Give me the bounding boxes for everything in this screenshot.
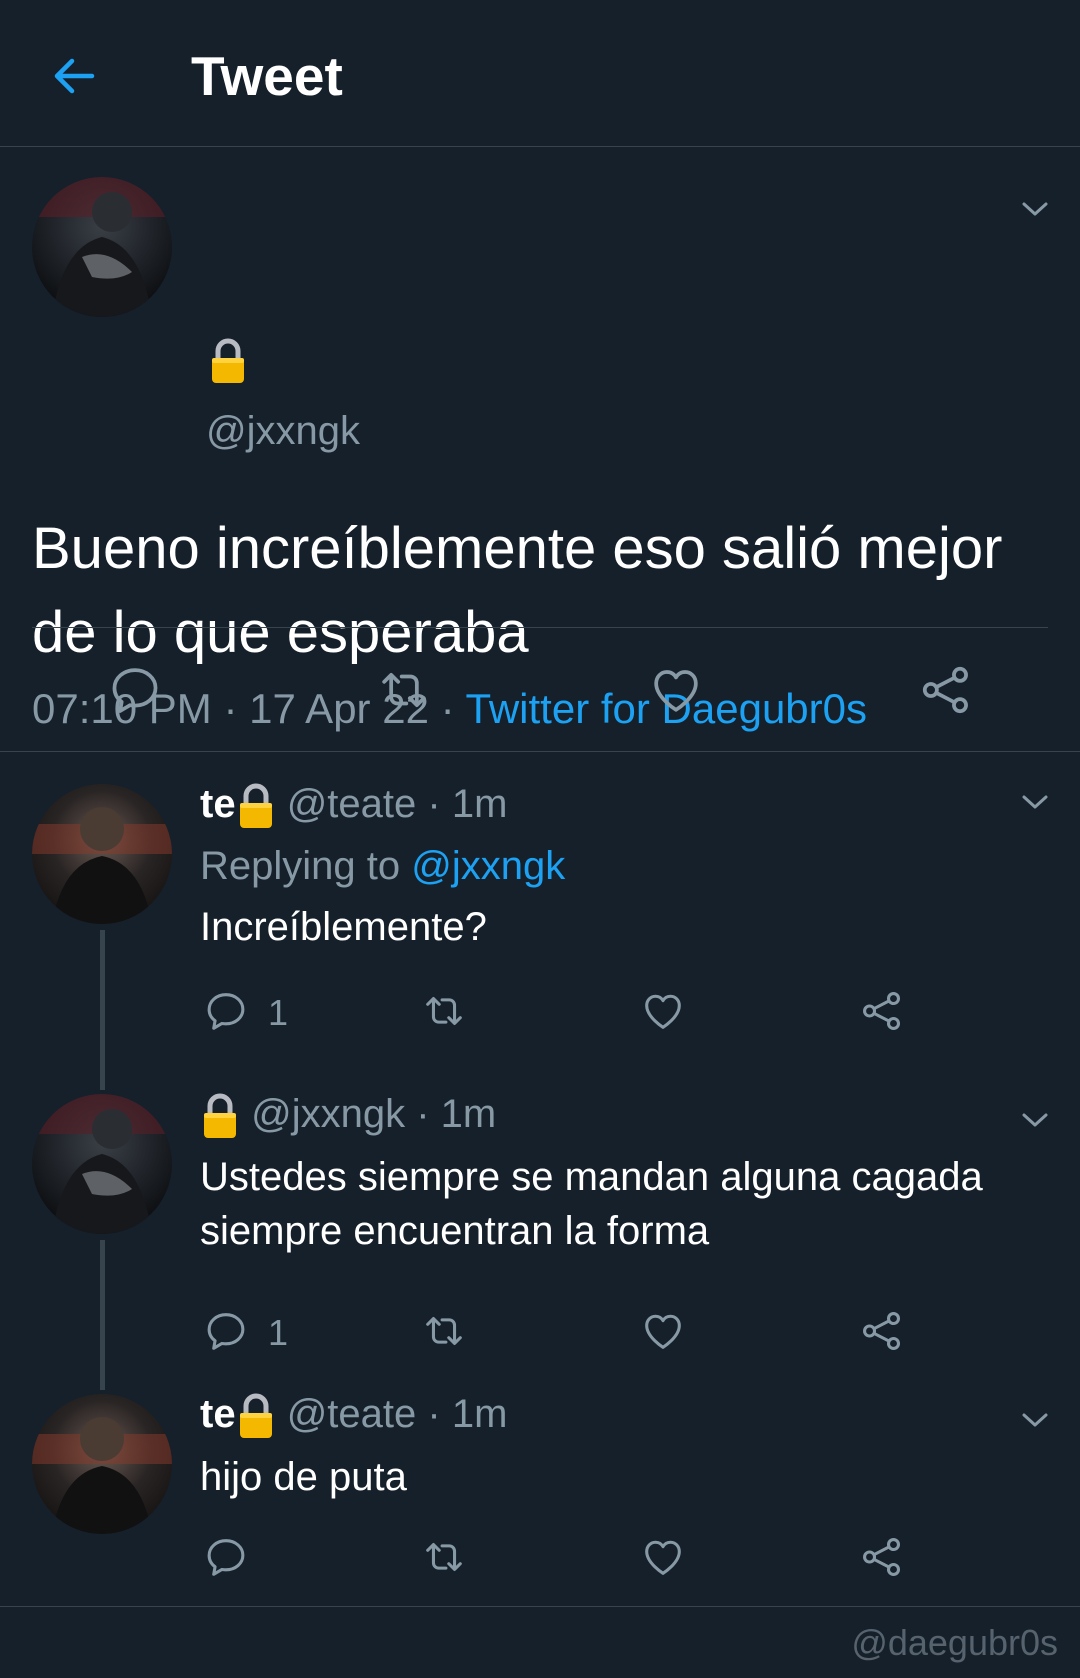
avatar-image (32, 1417, 172, 1534)
tweet-text: Increíblemente? (200, 905, 487, 949)
avatar-image (32, 1094, 172, 1234)
watermark: @daegubr0s (851, 1622, 1058, 1663)
avatar[interactable] (32, 1394, 172, 1534)
share-icon[interactable] (918, 662, 974, 718)
reply-tweet: @jxxngk · 1m Ustedes siempre se mandan a… (0, 1082, 1080, 1382)
reply-icon[interactable] (203, 1534, 249, 1580)
divider (32, 627, 1048, 628)
tweet-text: Ustedes siempre se mandan alguna cagada … (200, 1155, 983, 1253)
reply-count: 1 (268, 1312, 289, 1353)
avatar[interactable] (32, 784, 172, 924)
retweet-icon[interactable] (421, 988, 467, 1034)
reply-icon[interactable] (203, 988, 249, 1034)
reply-tweet: te @teate · 1m hijo de puta (0, 1382, 1080, 1602)
like-icon[interactable] (648, 662, 704, 718)
share-icon[interactable] (859, 1308, 905, 1354)
tweet-time: 1m (451, 1392, 508, 1436)
back-arrow-icon[interactable] (48, 50, 100, 102)
page-title: Tweet (191, 45, 343, 107)
reply-header: @jxxngk · 1m (200, 1092, 496, 1140)
lock-icon (236, 1392, 276, 1440)
tweet-text: Bueno increíblemente eso salió mejor de … (32, 516, 1003, 665)
like-icon[interactable] (640, 1308, 686, 1354)
author-handle[interactable]: @jxxngk (251, 1092, 405, 1136)
divider (0, 1606, 1080, 1607)
reply-header: te @teate · 1m (200, 1392, 507, 1440)
author-handle[interactable]: @teate (287, 1392, 417, 1436)
share-icon[interactable] (859, 1534, 905, 1580)
tweet-text: hijo de puta (200, 1455, 407, 1499)
avatar[interactable] (32, 177, 172, 317)
replying-to: Replying to @jxxngk (200, 844, 565, 889)
author-handle[interactable]: @jxxngk (206, 409, 360, 454)
tweet-time: 1m (451, 782, 508, 826)
reply-count: 1 (268, 992, 289, 1033)
lock-icon (208, 337, 248, 385)
author-handle[interactable]: @teate (287, 782, 417, 826)
lock-icon (236, 782, 276, 830)
lock-icon (200, 1092, 240, 1140)
display-name[interactable]: te (200, 1392, 236, 1436)
top-bar: Tweet (0, 0, 1080, 147)
retweet-icon[interactable] (421, 1534, 467, 1580)
like-icon[interactable] (640, 988, 686, 1034)
avatar-image (32, 177, 172, 317)
replying-label: Replying to (200, 844, 401, 888)
main-tweet: @jxxngk Bueno increíblemente eso salió m… (0, 147, 1080, 752)
chevron-down-icon[interactable] (1020, 199, 1050, 219)
avatar-image (32, 807, 172, 924)
display-name[interactable]: te (200, 782, 236, 826)
meta-separator: · (428, 685, 466, 732)
retweet-icon[interactable] (421, 1308, 467, 1354)
reply-tweet: te @teate · 1m Replying to @jxxngk Incre… (0, 752, 1080, 1082)
tweet-time: 1m (440, 1092, 497, 1136)
like-icon[interactable] (640, 1534, 686, 1580)
replying-to-link[interactable]: @jxxngk (411, 844, 565, 888)
chevron-down-icon[interactable] (1020, 792, 1050, 812)
meta-separator: · (211, 685, 250, 732)
chevron-down-icon[interactable] (1020, 1410, 1050, 1430)
reply-header: te @teate · 1m (200, 782, 507, 830)
share-icon[interactable] (859, 988, 905, 1034)
avatar[interactable] (32, 1094, 172, 1234)
retweet-icon[interactable] (376, 662, 432, 718)
chevron-down-icon[interactable] (1020, 1110, 1050, 1130)
reply-icon[interactable] (203, 1308, 249, 1354)
reply-icon[interactable] (107, 662, 163, 718)
